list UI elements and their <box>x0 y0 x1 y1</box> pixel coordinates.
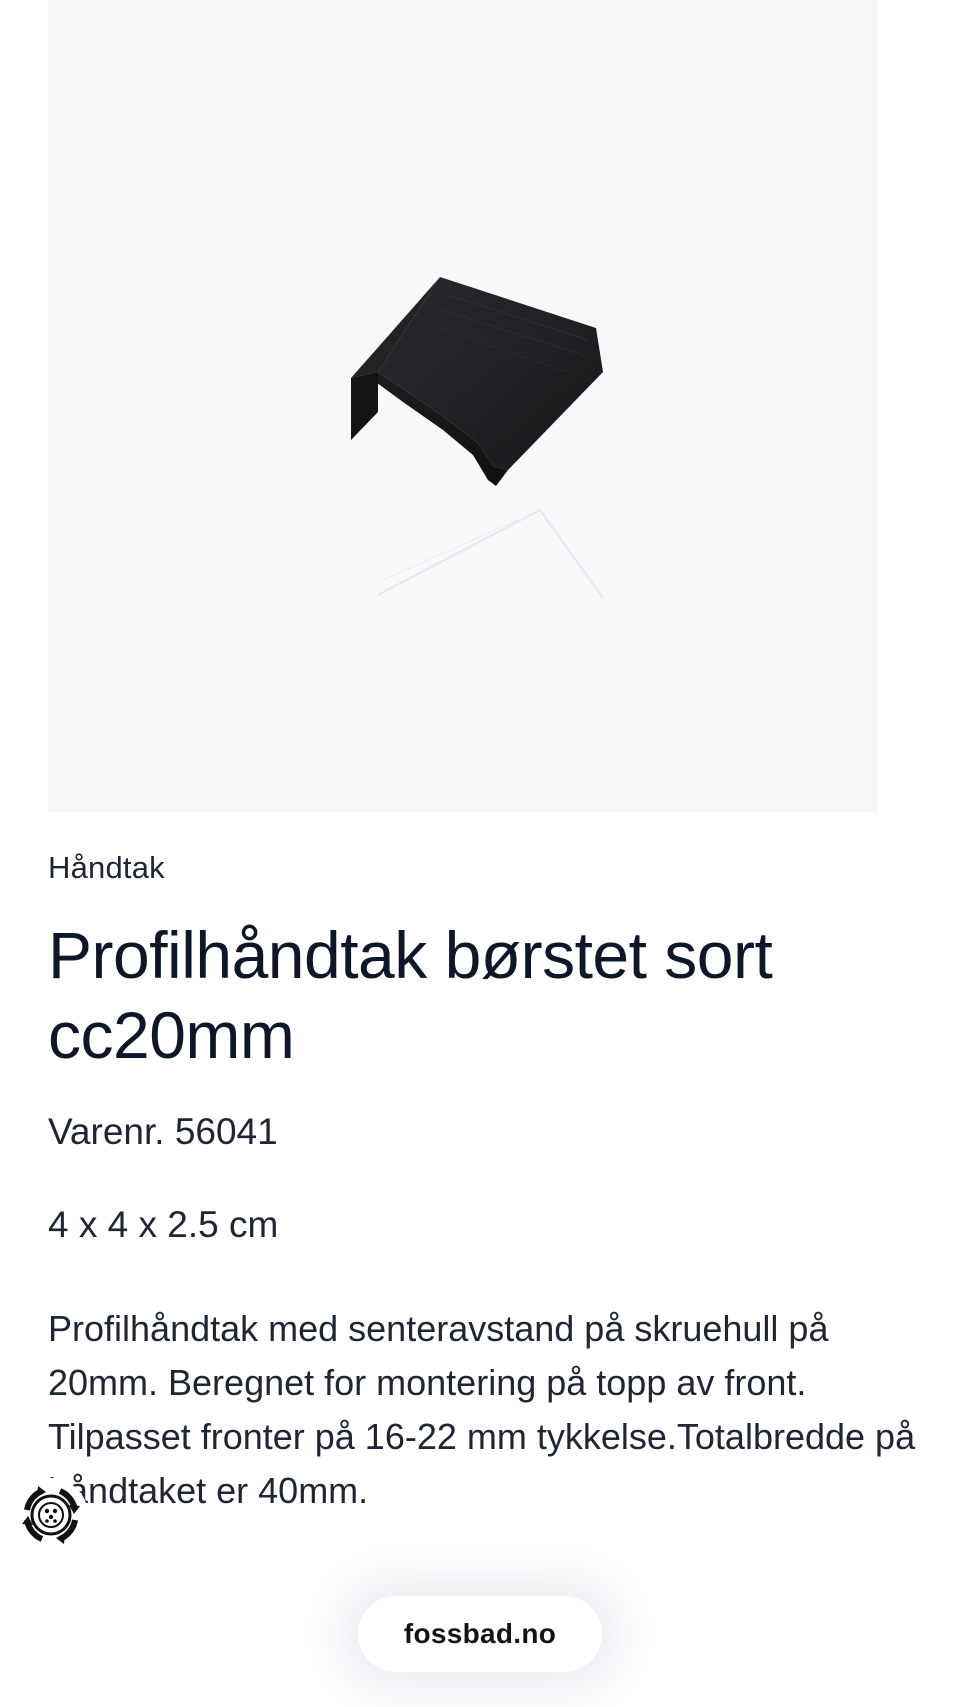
accessibility-icon <box>22 1486 80 1544</box>
product-image[interactable] <box>48 0 878 812</box>
product-sku: Varenr. 56041 <box>48 1111 278 1152</box>
handle-image <box>351 277 604 599</box>
product-title: Profilhåndtak børstet sort cc20mm <box>48 918 773 1072</box>
product-page: Håndtak Profilhåndtak børstet sort cc20m… <box>0 0 960 1707</box>
product-description: Profilhåndtak med senteravstand på skrue… <box>48 1308 916 1511</box>
product-category[interactable]: Håndtak <box>48 850 165 886</box>
product-dimensions: 4 x 4 x 2.5 cm <box>48 1204 279 1245</box>
browser-address-pill[interactable]: fossbad.no <box>358 1596 602 1672</box>
accessibility-widget-button[interactable] <box>14 1478 88 1552</box>
